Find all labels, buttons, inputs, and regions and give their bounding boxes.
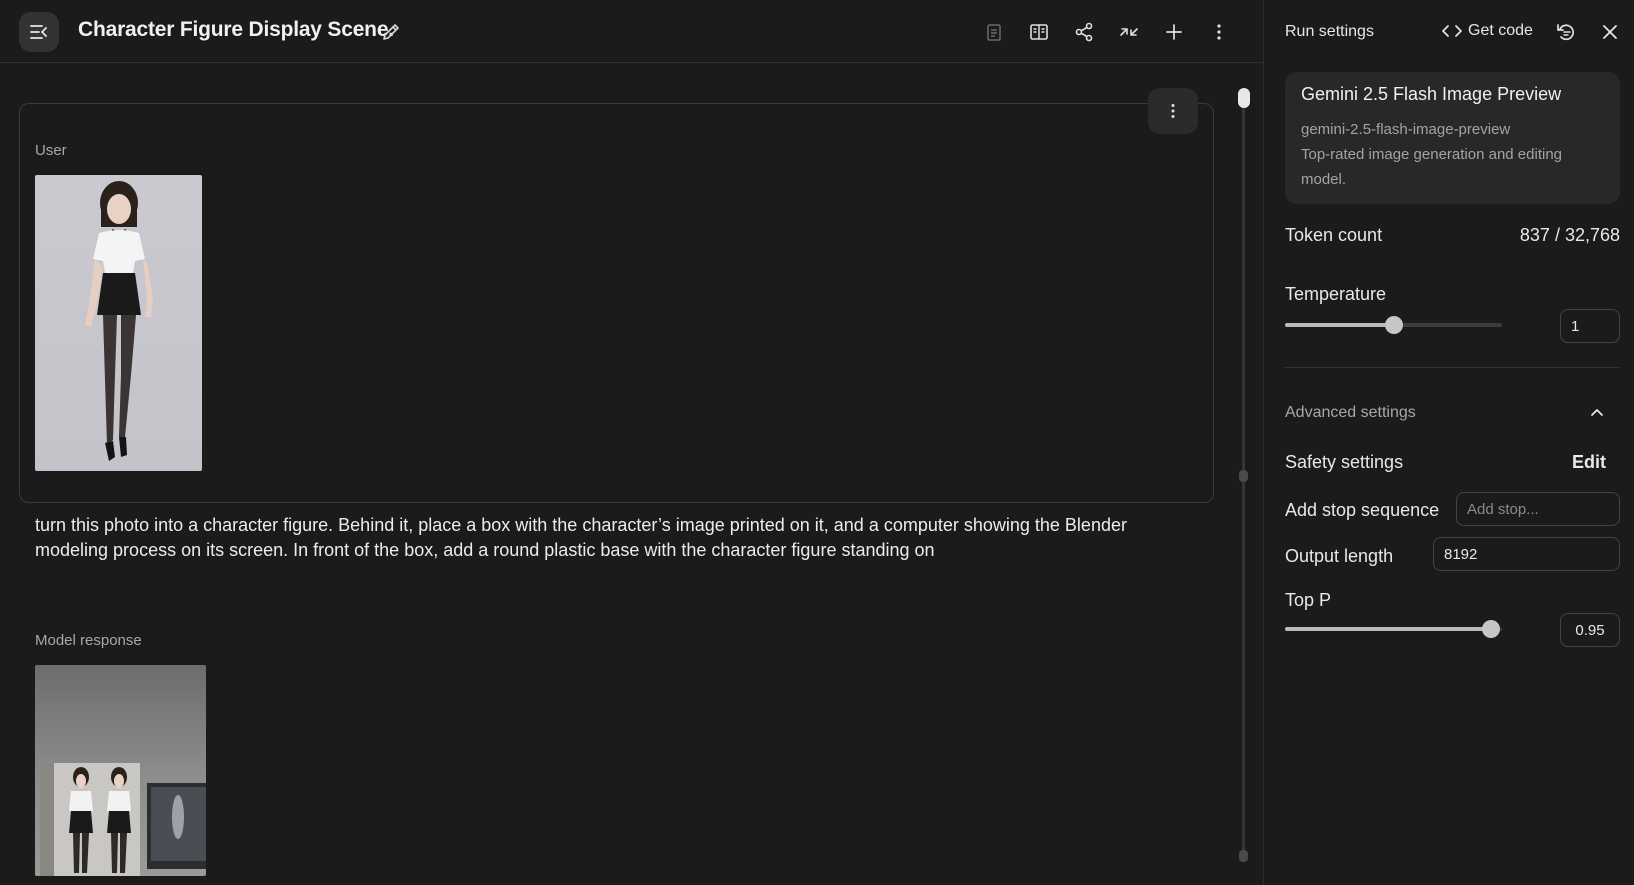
compare-button[interactable] (1027, 20, 1051, 44)
add-icon (1166, 24, 1182, 40)
model-name: Gemini 2.5 Flash Image Preview (1301, 84, 1562, 104)
menu-toggle-button[interactable] (19, 12, 59, 52)
close-icon (1603, 25, 1617, 39)
scroll-marker[interactable] (1239, 470, 1248, 482)
compress-button[interactable] (1117, 20, 1141, 44)
more-vertical-icon (1171, 104, 1175, 118)
model-role-label: Model response (35, 632, 142, 649)
scroll-marker[interactable] (1239, 850, 1248, 862)
main-area: Character Figure Display Scene. User tur… (0, 0, 1263, 885)
safety-settings-label: Safety settings (1285, 452, 1404, 472)
more-options-button[interactable] (1207, 20, 1231, 44)
stop-sequence-label: Add stop sequence (1285, 500, 1440, 520)
model-response-image[interactable] (35, 665, 206, 876)
share-icon (1075, 22, 1093, 42)
new-chat-button[interactable] (1162, 20, 1186, 44)
reset-settings-icon (1557, 24, 1575, 41)
model-description: Top-rated image generation and editing m… (1301, 146, 1563, 188)
page-title: Character Figure Display Scene. (78, 18, 394, 41)
user-uploaded-image[interactable] (35, 175, 202, 471)
advanced-settings-toggle[interactable] (1587, 403, 1607, 423)
top-p-slider-fill (1285, 627, 1491, 631)
get-code-label: Get code (1468, 22, 1533, 39)
output-length-input[interactable]: 8192 (1433, 537, 1620, 571)
message-options-button[interactable] (1148, 88, 1198, 134)
share-button[interactable] (1072, 20, 1096, 44)
safety-edit-button[interactable]: Edit (1572, 452, 1606, 473)
temperature-slider-thumb[interactable] (1385, 316, 1403, 334)
temperature-slider-fill (1285, 323, 1394, 327)
model-selector-card[interactable]: Gemini 2.5 Flash Image Preview gemini-2.… (1285, 72, 1620, 204)
run-settings-title: Run settings (1285, 23, 1374, 40)
advanced-settings-label[interactable]: Advanced settings (1285, 404, 1416, 422)
model-id: gemini-2.5-flash-image-preview (1301, 121, 1511, 138)
more-vertical-icon (1217, 24, 1221, 40)
reset-settings-button[interactable] (1554, 20, 1578, 44)
compress-icon (1120, 28, 1138, 36)
top-bar: Character Figure Display Scene. (0, 0, 1263, 63)
temperature-input[interactable]: 1 (1560, 309, 1620, 343)
character-photo-illustration (85, 181, 153, 461)
token-count-value: 837 / 32,768 (1519, 225, 1620, 245)
generated-figure-illustration (40, 763, 206, 876)
output-length-label: Output length (1285, 546, 1394, 566)
run-settings-panel: Run settings Get code Gemini 2.5 Flash I… (1263, 0, 1634, 885)
top-p-slider-thumb[interactable] (1482, 620, 1500, 638)
get-code-button[interactable]: Get code (1442, 22, 1533, 40)
token-count-label: Token count (1285, 225, 1383, 245)
edit-title-button[interactable] (380, 21, 402, 43)
chat-scrollbar-thumb[interactable] (1238, 88, 1250, 108)
clipboard-button[interactable] (982, 20, 1006, 44)
user-prompt-text: turn this photo into a character figure.… (35, 515, 1127, 560)
clipboard-icon (987, 24, 1001, 41)
top-p-input[interactable]: 0.95 (1560, 613, 1620, 647)
top-p-label: Top P (1285, 590, 1332, 610)
settings-divider (1285, 367, 1620, 368)
user-role-label: User (35, 142, 67, 159)
pencil-icon (383, 24, 399, 40)
chevron-up-icon (1591, 409, 1603, 416)
close-panel-button[interactable] (1598, 20, 1622, 44)
menu-collapse-icon (30, 25, 47, 39)
stop-sequence-input[interactable]: Add stop... (1456, 492, 1620, 526)
compare-icon (1030, 24, 1048, 40)
code-icon (1442, 25, 1462, 37)
temperature-label: Temperature (1285, 284, 1387, 304)
